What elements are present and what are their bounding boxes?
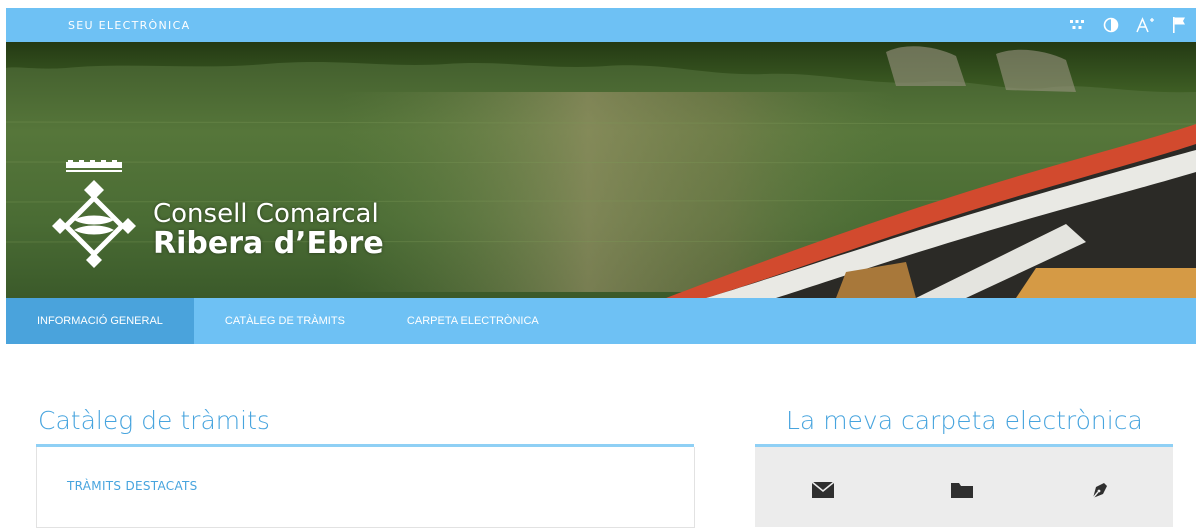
coat-of-arms-icon	[52, 160, 136, 268]
nav-item-cataleg-tramits[interactable]: CATÀLEG DE TRÀMITS	[194, 298, 376, 344]
language-flag-icon[interactable]	[1162, 8, 1196, 42]
contrast-icon[interactable]	[1094, 8, 1128, 42]
logo[interactable]: Consell Comarcal Ribera d’Ebre	[46, 160, 406, 280]
page: SEU ELECTRÒNICA Consell Comarcal Ribera …	[6, 8, 1196, 528]
signature-pen-icon[interactable]	[1089, 481, 1109, 506]
catalog-title: Catàleg de tràmits	[38, 406, 270, 435]
top-bar: SEU ELECTRÒNICA	[6, 8, 1196, 42]
grid-dots-icon[interactable]	[1060, 8, 1094, 42]
featured-procedures-label: TRÀMITS DESTACATS	[67, 479, 198, 493]
logo-line-1: Consell Comarcal	[153, 199, 379, 229]
folder-title: La meva carpeta electrònica	[786, 406, 1143, 435]
main-nav: INFORMACIÓ GENERAL CATÀLEG DE TRÀMITS CA…	[6, 298, 1196, 344]
accessibility-tools	[1060, 8, 1196, 42]
font-size-icon[interactable]	[1128, 8, 1162, 42]
nav-item-informacio-general[interactable]: INFORMACIÓ GENERAL	[6, 298, 194, 344]
catalog-card: TRÀMITS DESTACATS	[36, 447, 695, 528]
nav-item-carpeta-electronica[interactable]: CARPETA ELECTRÒNICA	[376, 298, 570, 344]
logo-line-2: Ribera d’Ebre	[153, 226, 384, 261]
folder-icon[interactable]	[950, 481, 974, 504]
header-banner: Consell Comarcal Ribera d’Ebre	[6, 42, 1196, 298]
mail-icon[interactable]	[811, 481, 835, 504]
logo-text: Consell Comarcal Ribera d’Ebre	[153, 200, 384, 260]
folder-card	[755, 447, 1173, 527]
site-label[interactable]: SEU ELECTRÒNICA	[68, 19, 190, 32]
